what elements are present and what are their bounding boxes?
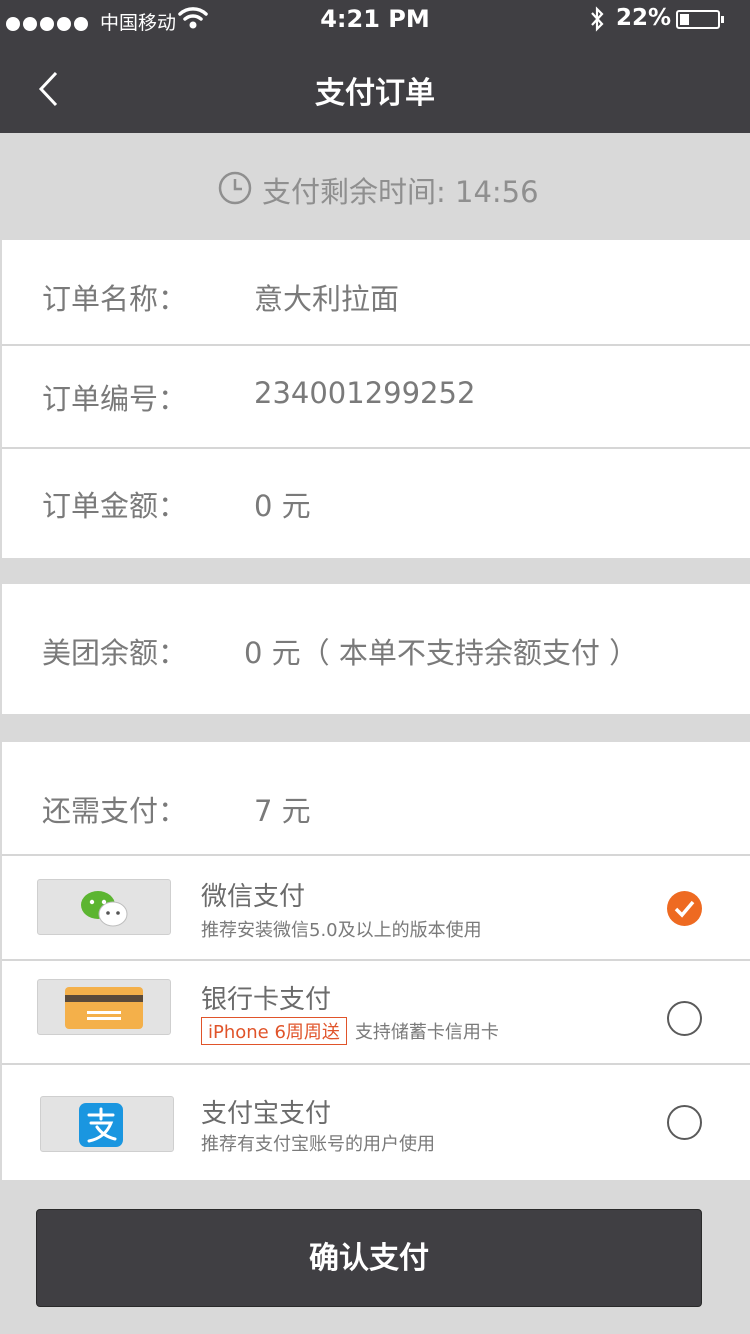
- order-info-card: 订单名称： 意大利拉面 订单编号： 234001299252 订单金额： 0 元: [2, 240, 750, 558]
- remaining-label: 还需支付：: [42, 794, 188, 828]
- status-bar: 中国移动 4:21 PM 22%: [0, 0, 750, 40]
- payment-card: 还需支付： 7 元 微信支付 推荐安装微信5.0及以上的版本使用 银行卡支付 i…: [2, 742, 750, 1180]
- remaining-value: 7 元: [254, 794, 311, 828]
- payment-name: 银行卡支付: [201, 985, 332, 1015]
- balance-card: 美团余额： 0 元（ 本单不支持余额支付 ）: [2, 584, 750, 714]
- page-title: 支付订单: [315, 76, 435, 111]
- order-number-value: 234001299252: [254, 376, 476, 410]
- payment-name: 支付宝支付: [201, 1099, 332, 1129]
- confirm-payment-button[interactable]: 确认支付: [36, 1209, 702, 1307]
- balance-value: 0 元（ 本单不支持余额支付 ）: [244, 636, 639, 670]
- payment-desc: 推荐安装微信5.0及以上的版本使用: [201, 920, 482, 941]
- wechat-icon: [37, 879, 171, 935]
- promo-badge: iPhone 6周周送: [201, 1017, 347, 1045]
- order-amount-value: 0 元: [254, 489, 311, 523]
- radio-unselected-icon[interactable]: [667, 1001, 702, 1036]
- radio-unselected-icon[interactable]: [667, 1105, 702, 1140]
- payment-desc-line: iPhone 6周周送 支持储蓄卡信用卡: [201, 1017, 499, 1045]
- battery-icon: [676, 10, 724, 29]
- order-number-label: 订单编号：: [42, 382, 188, 416]
- radio-selected-icon[interactable]: [667, 891, 702, 926]
- payment-timer: 支付剩余时间: 14:56: [0, 133, 750, 240]
- order-name-label: 订单名称：: [42, 282, 188, 316]
- payment-option-alipay[interactable]: 支付宝支付 推荐有支付宝账号的用户使用: [2, 1065, 750, 1180]
- payment-name: 微信支付: [201, 882, 306, 912]
- payment-desc: 支持储蓄卡信用卡: [354, 1022, 499, 1043]
- header: 中国移动 4:21 PM 22% 支付订单: [0, 0, 750, 133]
- bank-card-icon: [37, 979, 171, 1035]
- order-amount-label: 订单金额：: [42, 489, 188, 523]
- bluetooth-icon: [591, 6, 604, 32]
- timer-text: 支付剩余时间: 14:56: [262, 175, 539, 209]
- payment-option-wechat[interactable]: 微信支付 推荐安装微信5.0及以上的版本使用: [2, 856, 750, 961]
- clock-icon: [218, 171, 252, 205]
- payment-desc: 推荐有支付宝账号的用户使用: [201, 1134, 435, 1155]
- order-name-value: 意大利拉面: [254, 282, 400, 316]
- order-amount-row: 订单金额： 0 元: [2, 449, 750, 558]
- order-number-row: 订单编号： 234001299252: [2, 346, 750, 449]
- balance-label: 美团余额：: [42, 636, 188, 670]
- battery-percent: 22%: [616, 5, 672, 31]
- alipay-icon: [40, 1096, 174, 1152]
- remaining-row: 还需支付： 7 元: [2, 742, 750, 856]
- order-name-row: 订单名称： 意大利拉面: [2, 240, 750, 346]
- payment-option-bank-card[interactable]: 银行卡支付 iPhone 6周周送 支持储蓄卡信用卡: [2, 961, 750, 1065]
